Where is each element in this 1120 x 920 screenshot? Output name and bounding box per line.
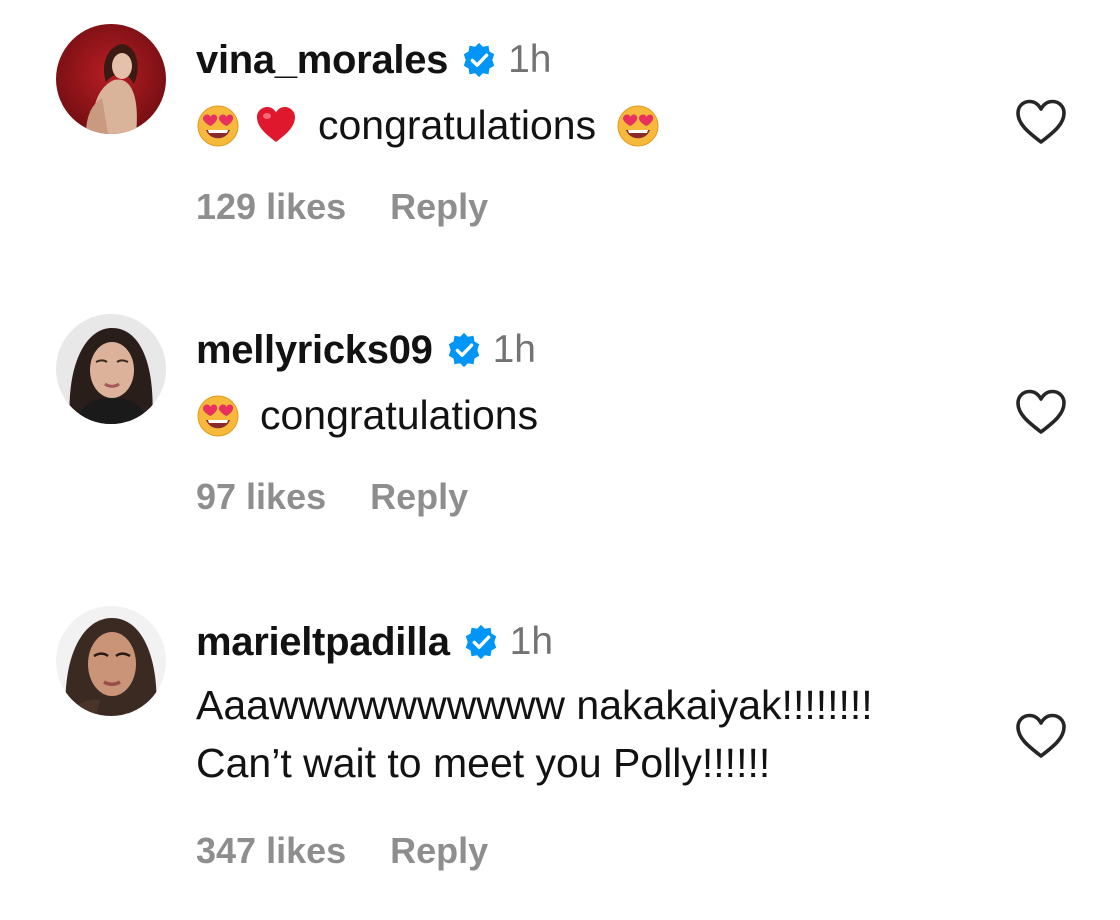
comment-content: marieltpadilla 1h Aaawwwwwwwwww nakakaiy… <box>196 614 1000 792</box>
comment-meta: 347 likes Reply <box>196 830 488 872</box>
heart-eyes-emoji <box>196 103 240 147</box>
username[interactable]: marieltpadilla <box>196 620 450 665</box>
timestamp: 1h <box>492 328 536 371</box>
comment-header: marieltpadilla 1h <box>196 614 1000 670</box>
comment-text: congratulations <box>196 388 1000 442</box>
comment-text-line: congratulations <box>260 392 539 438</box>
heart-eyes-emoji <box>196 393 240 437</box>
username[interactable]: mellyricks09 <box>196 328 433 373</box>
comment-text-line: Aaawwwwwwwwww nakakaiyak!!!!!!!! <box>196 682 873 728</box>
comment-content: vina_morales 1h congratulations <box>196 32 1000 152</box>
likes-count[interactable]: 97 likes <box>196 476 326 518</box>
timestamp: 1h <box>508 38 552 81</box>
reply-button[interactable]: Reply <box>370 476 468 518</box>
comment-text-line: congratulations <box>318 102 597 148</box>
avatar[interactable] <box>56 606 166 716</box>
comment-meta: 129 likes Reply <box>196 186 488 228</box>
heart-outline-icon[interactable] <box>1014 712 1068 760</box>
username[interactable]: vina_morales <box>196 38 448 83</box>
reply-button[interactable]: Reply <box>390 186 488 228</box>
comment-meta: 97 likes Reply <box>196 476 468 518</box>
verified-badge-icon <box>465 624 496 660</box>
likes-count[interactable]: 129 likes <box>196 186 346 228</box>
red-heart-emoji <box>254 103 298 147</box>
heart-outline-icon[interactable] <box>1014 388 1068 436</box>
avatar[interactable] <box>56 24 166 134</box>
comment-header: vina_morales 1h <box>196 32 1000 88</box>
comment-content: mellyricks09 1h congratulations <box>196 322 1000 442</box>
comment-text: Can’t wait to meet you Polly!!!!!! <box>196 734 1000 792</box>
comment-text: congratulations <box>196 98 1000 152</box>
likes-count[interactable]: 347 likes <box>196 830 346 872</box>
timestamp: 1h <box>509 620 554 663</box>
avatar[interactable] <box>56 314 166 424</box>
heart-eyes-emoji <box>616 103 660 147</box>
verified-badge-icon <box>448 332 479 368</box>
comment-text-line: Can’t wait to meet you Polly!!!!!! <box>196 740 771 786</box>
comment-text: Aaawwwwwwwwww nakakaiyak!!!!!!!! <box>196 676 1000 734</box>
verified-badge-icon <box>463 42 495 78</box>
heart-outline-icon[interactable] <box>1014 98 1068 146</box>
reply-button[interactable]: Reply <box>390 830 488 872</box>
comment-header: mellyricks09 1h <box>196 322 1000 378</box>
